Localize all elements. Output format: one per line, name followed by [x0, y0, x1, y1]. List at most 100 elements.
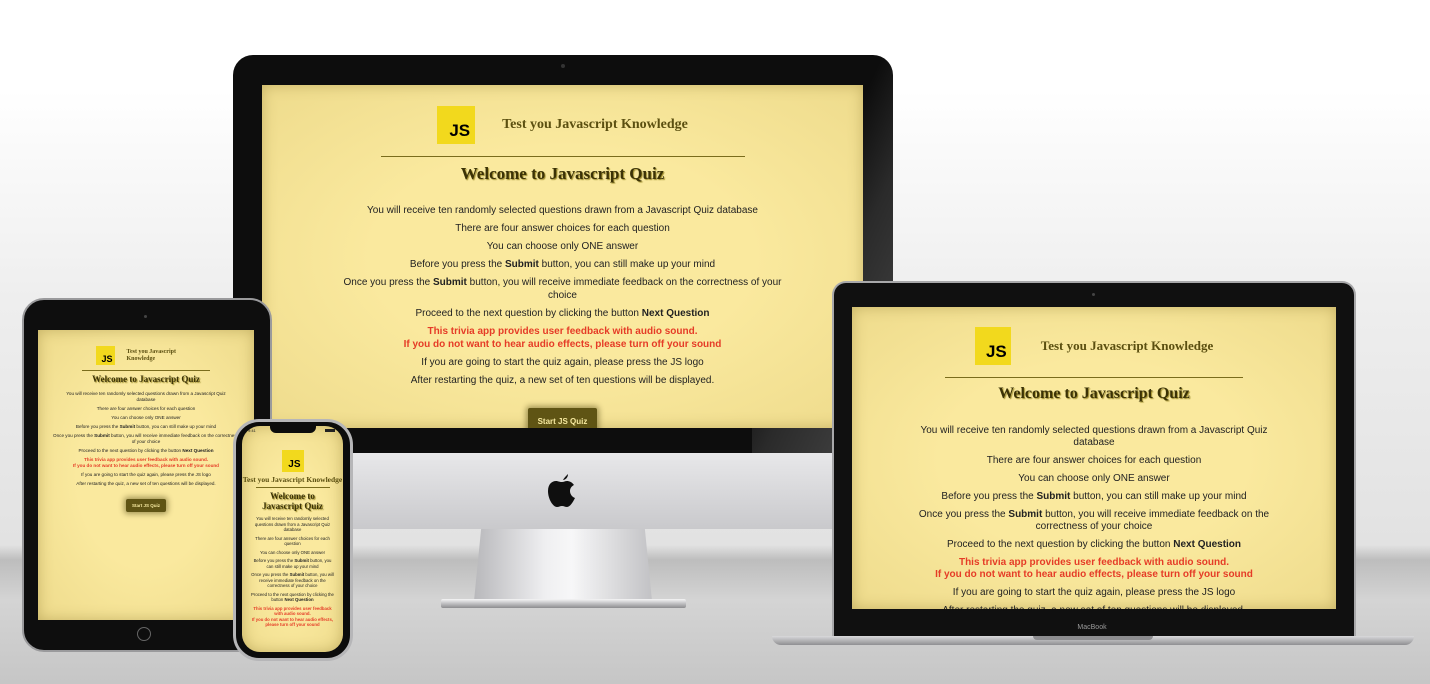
rule-line: Before you press the Submit button, you … — [262, 258, 863, 271]
rule-line: Once you press the Submit button, you wi… — [333, 276, 793, 302]
rule-line: There are four answer choices for each q… — [96, 406, 196, 411]
welcome-title: Welcome to Javascript Quiz — [262, 491, 323, 511]
subtitle: Test you Javascript Knowledge — [242, 475, 343, 484]
audio-warning: This trivia app provides user feedback w… — [958, 557, 1230, 568]
iphone-screen: 9:41 JS Test you Javascript Knowledge We… — [242, 426, 343, 652]
rule-line: If you are going to start the quiz again… — [952, 587, 1236, 598]
audio-warning: If you do not want to hear audio effects… — [935, 569, 1253, 580]
signal-icon — [325, 429, 335, 432]
rule-text: button, you will receive immediate feedb… — [109, 433, 239, 444]
rule-line: You can choose only ONE answer — [259, 549, 326, 555]
rule-bold: Submit — [504, 259, 539, 270]
rule-bold: Submit — [1036, 491, 1071, 502]
apple-logo-icon — [548, 474, 575, 507]
rule-line: After restarting the quiz, a new set of … — [410, 375, 715, 386]
iphone-status-bar: 9:41 — [242, 426, 343, 436]
rule-text: button, you can still make up your mind — [1070, 491, 1247, 502]
rule-bold: Submit — [294, 558, 309, 563]
rule-text: Before you press the — [941, 491, 1037, 502]
js-logo[interactable]: JS — [437, 106, 476, 144]
rule-line: After restarting the quiz, a new set of … — [76, 481, 216, 486]
rule-text: button, you will receive immediate feedb… — [1035, 509, 1270, 532]
divider — [945, 377, 1243, 378]
audio-warning: This trivia app provides user feedback w… — [427, 326, 698, 337]
rule-line: Once you press the Submit button, you wi… — [51, 433, 241, 445]
audio-warning: If you do not want to hear audio effects… — [403, 339, 722, 350]
start-quiz-button[interactable]: Start JS Quiz — [125, 499, 166, 512]
ipad-camera — [144, 315, 147, 318]
rule-text: Once you press the — [918, 509, 1009, 520]
rule-line: Proceed to the next question by clicking… — [852, 539, 1336, 551]
divider — [255, 487, 330, 488]
rule-text: Once you press the — [251, 572, 290, 577]
js-logo[interactable]: JS — [95, 346, 115, 365]
rule-bold: Submit — [433, 277, 467, 288]
rule-line: There are four answer choices for each q… — [455, 223, 670, 234]
rule-bold: Submit — [119, 424, 136, 429]
rule-bold: Submit — [1008, 509, 1043, 520]
rule-line: You will receive ten randomly selected q… — [367, 205, 758, 216]
rule-text: Proceed to the next question by clicking… — [78, 448, 183, 453]
rule-line: There are four answer choices for each q… — [255, 535, 330, 547]
imac-camera — [561, 64, 565, 68]
rule-line: You can choose only ONE answer — [486, 241, 639, 252]
rule-line: Once you press the Submit button, you wi… — [909, 509, 1279, 533]
rule-line: After restarting the quiz, a new set of … — [852, 605, 1336, 609]
rule-line: Proceed to the next question by clicking… — [250, 592, 335, 603]
rule-text: Before you press the — [253, 558, 295, 563]
rule-line: Proceed to the next question by clicking… — [38, 448, 254, 454]
rule-line: You will receive ten randomly selected q… — [920, 425, 1268, 448]
imac-stand-base — [441, 599, 686, 608]
divider — [82, 370, 210, 371]
ipad-home-button[interactable] — [137, 627, 151, 641]
audio-warning: If you do not want to hear audio effects… — [73, 463, 219, 468]
welcome-title: Welcome to Javascript Quiz — [92, 374, 200, 384]
rule-bold: Next Question — [1173, 539, 1242, 550]
status-time: 9:41 — [248, 428, 256, 433]
macbook-screen: JS Test you Javascript Knowledge Welcome… — [852, 307, 1336, 609]
rule-line: Before you press the Submit button, you … — [38, 424, 254, 430]
rule-line: Once you press the Submit button, you wi… — [250, 572, 335, 589]
rule-text: Before you press the — [409, 259, 505, 270]
macbook-label: MacBook — [1077, 624, 1107, 631]
subtitle: Test you Javascript Knowledge — [126, 348, 176, 362]
rule-line: You will receive ten randomly selected q… — [66, 391, 226, 402]
audio-warning: This trivia app provides user feedback w… — [253, 605, 332, 617]
rule-text: button, you will receive immediate feedb… — [466, 277, 782, 301]
js-logo[interactable]: JS — [974, 327, 1011, 365]
rule-text: Proceed to the next question by clicking… — [946, 539, 1174, 550]
iphone-notch — [270, 426, 316, 433]
ipad-screen: JS Test you Javascript Knowledge Welcome… — [38, 330, 254, 620]
rule-line: There are four answer choices for each q… — [986, 455, 1202, 466]
rule-line: You can choose only ONE answer — [111, 415, 181, 420]
rule-text: Proceed to the next question by clicking… — [415, 308, 642, 319]
rule-bold: Next Question — [182, 448, 214, 453]
start-quiz-button[interactable]: Start JS Quiz — [527, 408, 598, 428]
audio-warning: If you do not want to hear audio effects… — [251, 616, 334, 628]
js-logo[interactable]: JS — [281, 450, 304, 472]
imac-screen: JS Test you Javascript Knowledge Welcome… — [262, 85, 863, 428]
subtitle: Test you Javascript Knowledge — [1040, 338, 1214, 353]
rule-bold: Next Question — [641, 308, 710, 319]
rule-line: You will receive ten randomly selected q… — [254, 516, 331, 532]
rule-line: If you are going to start the quiz again… — [81, 472, 211, 477]
macbook-camera — [1092, 293, 1095, 296]
rule-text: Before you press the — [75, 424, 120, 429]
rule-text: Once you press the — [343, 277, 433, 288]
imac-stand — [474, 529, 652, 601]
divider — [380, 156, 745, 157]
rule-text: button, you can still make up your mind — [135, 424, 217, 429]
rule-line: You can choose only ONE answer — [1018, 473, 1170, 484]
rule-bold: Submit — [94, 433, 110, 438]
welcome-title: Welcome to Javascript Quiz — [998, 385, 1190, 402]
rule-line: Before you press the Submit button, you … — [250, 558, 335, 569]
rule-line: Proceed to the next question by clicking… — [262, 307, 863, 320]
rule-bold: Submit — [289, 572, 305, 577]
macbook-notch — [1033, 636, 1153, 640]
rule-bold: Next Question — [284, 597, 314, 602]
rule-line: If you are going to start the quiz again… — [421, 357, 704, 368]
rule-text: Once you press the — [53, 433, 95, 438]
rule-line: Before you press the Submit button, you … — [852, 491, 1336, 503]
welcome-title: Welcome to Javascript Quiz — [460, 164, 665, 183]
subtitle: Test you Javascript Knowledge — [502, 117, 688, 132]
